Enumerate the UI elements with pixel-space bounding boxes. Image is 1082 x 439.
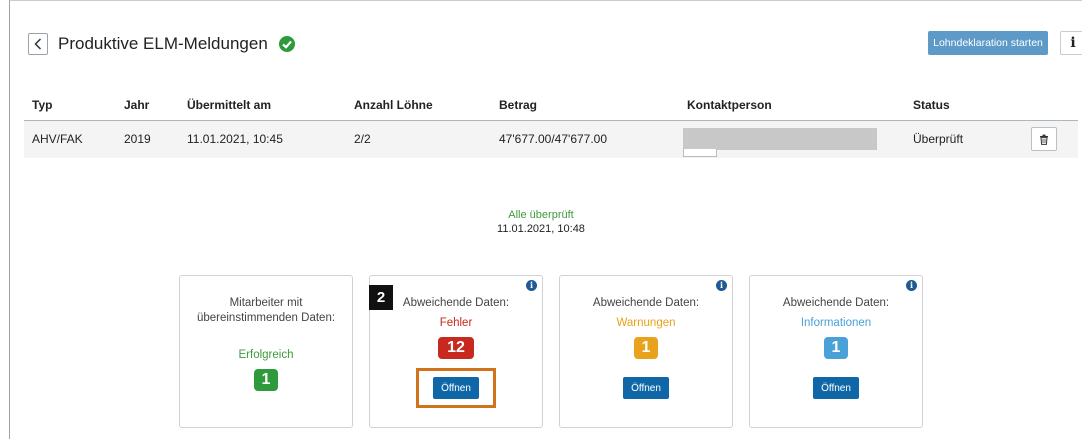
card-infos: i Abweichende Daten: Informationen 1 Öff… [749, 275, 923, 428]
step-marker: 2 [369, 285, 393, 310]
card-errors-kind: Fehler [439, 317, 473, 329]
col-typ: Typ [24, 90, 116, 121]
info-button[interactable]: i [1060, 31, 1082, 55]
card-warnings-line1: Abweichende Daten: [592, 297, 700, 309]
card-matching-line2: übereinstimmenden Daten: [196, 312, 336, 324]
col-anzahl: Anzahl Löhne [346, 90, 491, 121]
cell-jahr: 2019 [116, 120, 179, 158]
open-infos-button[interactable]: Öffnen [813, 377, 859, 399]
info-icon[interactable]: i [716, 280, 727, 291]
cell-kontakt [679, 120, 905, 158]
cell-status: Überprüft [905, 120, 1003, 158]
col-jahr: Jahr [116, 90, 179, 121]
page-header: Produktive ELM-Meldungen [28, 30, 296, 58]
card-infos-count: 1 [824, 337, 848, 359]
delete-button[interactable] [1031, 127, 1057, 152]
card-errors-count: 12 [438, 337, 474, 359]
col-betrag: Betrag [491, 90, 679, 121]
card-matching-kind: Erfolgreich [238, 349, 294, 361]
cell-actions [1003, 120, 1078, 158]
table-header-row: Typ Jahr Übermittelt am Anzahl Löhne Bet… [24, 90, 1078, 121]
overall-date: 11.01.2021, 10:48 [497, 223, 585, 235]
col-uebermittelt: Übermittelt am [179, 90, 346, 121]
card-warnings-count: 1 [634, 337, 658, 359]
page-title: Produktive ELM-Meldungen [58, 34, 268, 53]
table-row[interactable]: AHV/FAK 2019 11.01.2021, 10:45 2/2 47'67… [24, 120, 1078, 158]
cell-typ: AHV/FAK [24, 120, 116, 158]
card-warnings: i Abweichende Daten: Warnungen 1 Öffnen [559, 275, 733, 428]
contact-person-redacted [683, 128, 877, 158]
col-status: Status [905, 90, 1003, 121]
card-errors-line1: Abweichende Daten: [402, 297, 510, 309]
card-infos-line1: Abweichende Daten: [782, 297, 890, 309]
chevron-left-icon [34, 38, 42, 50]
card-matching: Mitarbeiter mit übereinstimmenden Daten:… [179, 275, 353, 428]
card-warnings-kind: Warnungen [616, 317, 676, 329]
check-circle-icon [278, 36, 295, 52]
cell-anzahl: 2/2 [346, 120, 491, 158]
card-matching-line1: Mitarbeiter mit [229, 297, 303, 309]
info-icon[interactable]: i [906, 280, 917, 291]
info-icon[interactable]: i [526, 280, 537, 291]
open-warnings-button[interactable]: Öffnen [623, 377, 669, 399]
overall-status: Alle überprüft [508, 209, 574, 221]
card-infos-kind: Informationen [800, 317, 872, 329]
col-actions [1003, 90, 1078, 121]
cell-uebermittelt: 11.01.2021, 10:45 [179, 120, 346, 158]
start-wage-declaration-button[interactable]: Lohndeklaration starten [928, 31, 1048, 55]
highlight-box [416, 368, 496, 408]
cell-betrag: 47'677.00/47'677.00 [491, 120, 679, 158]
card-matching-count: 1 [254, 369, 278, 391]
declarations-table: Typ Jahr Übermittelt am Anzahl Löhne Bet… [24, 90, 1078, 158]
trash-icon [1040, 134, 1048, 145]
back-button[interactable] [28, 33, 48, 55]
col-kontakt: Kontaktperson [679, 90, 905, 121]
